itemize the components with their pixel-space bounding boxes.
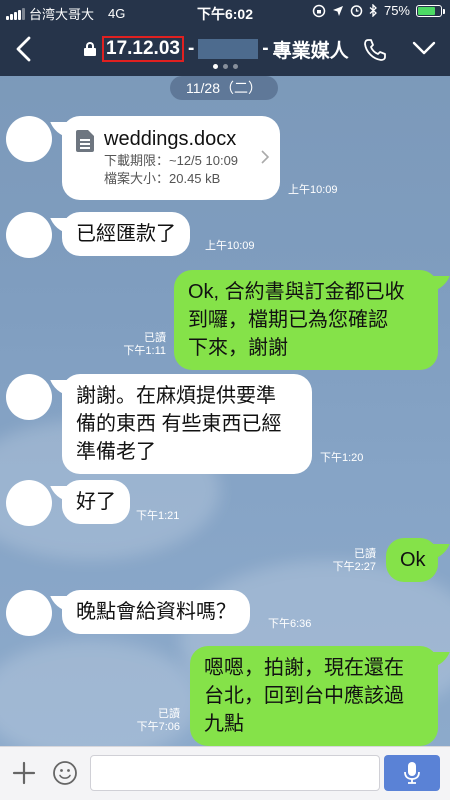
chevron-right-icon <box>261 150 270 164</box>
message-input[interactable] <box>90 755 380 791</box>
message-meta: 已讀 下午1:11 <box>110 332 166 358</box>
chevron-down-icon[interactable] <box>412 40 436 56</box>
avatar[interactable] <box>6 590 52 636</box>
file-message[interactable]: weddings.docx 下載期限：~12/5 10:09 檔案大小：20.4… <box>62 116 280 200</box>
message-input-bar <box>0 746 450 800</box>
redacted-name <box>198 39 259 59</box>
message-bubble[interactable]: 晚點會給資料嗎？ <box>62 590 250 634</box>
message-bubble[interactable]: 好了 <box>62 480 130 524</box>
read-receipt: 已讀 <box>158 708 180 720</box>
message-meta: 已讀 下午7:06 <box>124 708 180 734</box>
message-meta: 已讀 下午2:27 <box>320 548 376 574</box>
avatar[interactable] <box>6 480 52 526</box>
message-bubble[interactable]: 已經匯款了 <box>62 212 190 256</box>
message-time: 下午1:11 <box>123 345 166 357</box>
message-time: 下午2:27 <box>332 561 376 573</box>
avatar[interactable] <box>6 116 52 162</box>
back-chevron-icon[interactable] <box>10 34 40 64</box>
message-bubble[interactable]: 嗯嗯，拍謝，現在還在 台北，回到台中應該過 九點 <box>190 646 438 746</box>
file-deadline: 下載期限：~12/5 10:09 <box>104 153 239 168</box>
read-receipt: 已讀 <box>354 548 376 560</box>
message-time: 下午1:20 <box>320 452 364 464</box>
chat-title[interactable]: 17.12.03 - - 專業媒人 <box>84 36 349 62</box>
document-icon <box>76 130 94 152</box>
microphone-button[interactable] <box>384 755 440 791</box>
avatar[interactable] <box>6 212 52 258</box>
battery-icon <box>416 4 445 17</box>
avatar[interactable] <box>6 374 52 420</box>
chat-area[interactable]: 11/28（二） weddings.docx 下載期限：~12/5 10:09 … <box>0 76 450 746</box>
message-bubble[interactable]: 謝謝。在麻煩提供要準 備的東西 有些東西已經 準備老了 <box>62 374 312 474</box>
title-suffix: 專業媒人 <box>272 40 349 62</box>
file-size: 檔案大小：20.45 kB <box>104 171 221 186</box>
page-indicator <box>0 64 450 69</box>
message-time: 上午10:09 <box>288 184 338 196</box>
read-receipt: 已讀 <box>144 332 166 344</box>
title-date-highlighted: 17.12.03 <box>102 36 184 62</box>
battery-percent: 75% <box>383 3 410 18</box>
message-time: 下午6:36 <box>268 618 312 630</box>
microphone-icon <box>404 762 420 784</box>
rotation-lock-icon <box>312 4 326 17</box>
phone-icon[interactable] <box>362 37 388 63</box>
smiley-icon[interactable] <box>52 760 78 786</box>
date-separator: 11/28（二） <box>170 76 278 100</box>
message-time: 上午10:09 <box>205 240 255 252</box>
message-time: 下午1:21 <box>136 510 180 522</box>
alarm-icon <box>350 5 363 17</box>
status-icons: 75% <box>312 3 445 18</box>
location-icon <box>332 5 343 16</box>
plus-icon[interactable] <box>12 761 36 785</box>
status-bar: 台湾大哥大 4G 下午6:02 75% <box>0 0 450 24</box>
chat-header: 17.12.03 - - 專業媒人 <box>0 24 450 76</box>
message-bubble[interactable]: Ok <box>386 538 438 582</box>
lock-icon <box>84 42 96 56</box>
title-separator-left: - <box>187 38 195 59</box>
title-separator-right: - <box>262 38 269 59</box>
message-bubble[interactable]: Ok, 合約書與訂金都已收 到囉，檔期已為您確認 下來，謝謝 <box>174 270 438 370</box>
message-time: 下午7:06 <box>136 721 180 733</box>
bluetooth-icon <box>369 4 377 17</box>
file-name: weddings.docx <box>104 128 237 150</box>
